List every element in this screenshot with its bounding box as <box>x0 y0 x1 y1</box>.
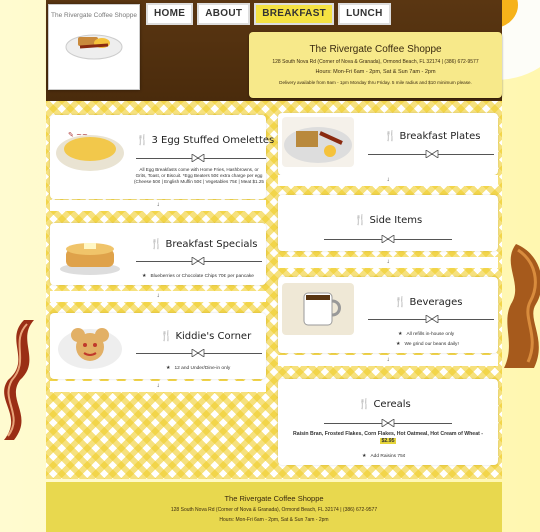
logo-text: The Rivergate Coffee Shoppe <box>51 12 137 19</box>
bow-ornament-icon <box>381 419 395 427</box>
omelettes-title-text: 3 Egg Stuffed Omelettes <box>151 135 275 146</box>
kiddie-title-text: Kiddie's Corner <box>175 331 252 342</box>
omelettes-description: All Egg Breakfasts come with Home Fries,… <box>134 167 264 185</box>
french-toast-image <box>504 244 540 368</box>
plates-arrow[interactable]: ↓ <box>278 175 498 186</box>
star-icon: ★ <box>396 341 401 347</box>
star-icon: ★ <box>166 365 171 371</box>
omelette-photo: ✎ ~~ <box>54 121 126 173</box>
info-address: 128 South Nova Rd (Corner of Nova & Gran… <box>272 59 479 65</box>
beverages-title: 🍴 Beverages <box>394 297 463 308</box>
info-hours: Hours: Mon-Fri 6am - 2pm, Sat & Sun 7am … <box>315 69 436 75</box>
fork-knife-icon: 🍴 <box>160 331 173 342</box>
nav-about[interactable]: ABOUT <box>197 3 251 25</box>
bow-ornament-icon <box>191 154 205 162</box>
cereals-note-text: Add Raisins 75¢ <box>370 454 406 459</box>
kiddie-title: 🍴 Kiddie's Corner <box>160 331 251 342</box>
down-arrow-icon: ↓ <box>386 357 390 363</box>
info-title: The Rivergate Coffee Shoppe <box>309 44 442 55</box>
fork-knife-icon: 🍴 <box>394 297 407 308</box>
svg-text:✎ ~~: ✎ ~~ <box>68 131 88 139</box>
fork-knife-icon: 🍴 <box>150 239 163 250</box>
coffee-photo <box>282 283 354 335</box>
omelettes-card: ✎ ~~ 🍴 3 Egg Stuffed Omelettes All Egg Br… <box>50 115 274 199</box>
kiddie-arrow[interactable]: ↓ <box>50 381 266 392</box>
specials-arrow[interactable]: ↓ <box>50 291 266 302</box>
kiddie-note-text: 12 and Under/Dine-in only <box>174 366 231 371</box>
site-footer: The Rivergate Coffee Shoppe 128 South No… <box>46 482 502 532</box>
logo[interactable]: The Rivergate Coffee Shoppe <box>48 4 140 90</box>
beverages-card: 🍴 Beverages ★ All refills in-house only ★ W… <box>278 277 498 353</box>
specials-note-text: Blueberries or Chocolate Chips 70¢ per p… <box>150 274 254 279</box>
fork-knife-icon: 🍴 <box>358 399 371 410</box>
specials-title-text: Breakfast Specials <box>165 239 258 250</box>
beverages-arrow[interactable]: ↓ <box>278 355 498 366</box>
fork-knife-icon: 🍴 <box>384 131 397 142</box>
bow-ornament-icon <box>191 257 205 265</box>
cereals-title: 🍴 Cereals <box>358 399 411 410</box>
down-arrow-icon: ↓ <box>156 293 160 299</box>
footer-hours: Hours: Mon-Fri 6am - 2pm, Sat & Sun 7am … <box>219 517 329 523</box>
down-arrow-icon: ↓ <box>156 202 160 208</box>
omelettes-arrow[interactable]: ↓ <box>50 200 266 211</box>
star-icon: ★ <box>142 273 147 279</box>
sides-title-text: Side Items <box>369 215 423 226</box>
pancakes-photo <box>54 229 126 277</box>
plates-title-text: Breakfast Plates <box>399 131 481 142</box>
footer-address: 128 South Nova Rd (Corner of Nova & Gran… <box>170 507 378 513</box>
bow-ornament-icon <box>381 235 395 243</box>
bacon-image <box>4 320 34 440</box>
down-arrow-icon: ↓ <box>156 383 160 389</box>
kiddie-photo <box>54 319 126 373</box>
fork-knife-icon: 🍴 <box>354 215 367 226</box>
nav-lunch[interactable]: LUNCH <box>338 3 391 25</box>
sides-card: 🍴 Side Items <box>278 195 498 251</box>
plates-photo <box>282 117 354 167</box>
plates-card: 🍴 Breakfast Plates <box>278 113 498 175</box>
menu-content: ✎ ~~ 🍴 3 Egg Stuffed Omelettes All Egg Br… <box>46 101 502 479</box>
sides-arrow[interactable]: ↓ <box>278 257 498 268</box>
info-delivery: Delivery available from 9am - 1pm Monday… <box>279 80 472 85</box>
logo-plate-image <box>65 34 123 60</box>
specials-title: 🍴 Breakfast Specials <box>150 239 257 250</box>
beverages-note-2-text: We grind our beans daily! <box>404 342 459 347</box>
star-icon: ★ <box>398 331 403 337</box>
nav-home[interactable]: HOME <box>146 3 194 25</box>
main-nav: HOME ABOUT BREAKFAST LUNCH <box>146 3 391 25</box>
nav-breakfast[interactable]: BREAKFAST <box>254 3 335 25</box>
down-arrow-icon: ↓ <box>386 177 390 183</box>
beverages-note-1-text: All refills in-house only <box>406 332 455 337</box>
beverages-note-2: ★ We grind our beans daily! <box>396 341 459 347</box>
cereals-title-text: Cereals <box>373 399 411 410</box>
plates-title: 🍴 Breakfast Plates <box>384 131 480 142</box>
fork-knife-icon: 🍴 <box>136 135 149 146</box>
specials-card: 🍴 Breakfast Specials ★ Blueberries or Choc… <box>50 223 266 285</box>
bow-ornament-icon <box>191 349 205 357</box>
cereals-card: 🍴 Cereals Raisin Bran, Frosted Flakes, Co… <box>278 379 498 465</box>
footer-title: The Rivergate Coffee Shoppe <box>224 494 324 503</box>
site-header: The Rivergate Coffee Shoppe HOME ABOUT B… <box>46 0 502 101</box>
omelettes-title: 🍴 3 Egg Stuffed Omelettes <box>136 135 274 146</box>
cereals-description: Raisin Bran, Frosted Flakes, Corn Flakes… <box>284 431 492 445</box>
cereals-price: $2.95 <box>379 438 397 445</box>
down-arrow-icon: ↓ <box>386 259 390 265</box>
star-icon: ★ <box>362 453 367 459</box>
sides-title: 🍴 Side Items <box>354 215 422 226</box>
specials-note: ★ Blueberries or Chocolate Chips 70¢ per … <box>142 273 254 279</box>
kiddie-note: ★ 12 and Under/Dine-in only <box>166 365 230 371</box>
cereals-note: ★ Add Raisins 75¢ <box>362 453 405 459</box>
cereals-description-text: Raisin Bran, Frosted Flakes, Corn Flakes… <box>293 431 483 437</box>
info-box: The Rivergate Coffee Shoppe 128 South No… <box>249 32 502 98</box>
beverages-note-1: ★ All refills in-house only <box>398 331 454 337</box>
kiddie-card: 🍴 Kiddie's Corner ★ 12 and Under/Dine-in o… <box>50 313 266 379</box>
beverages-title-text: Beverages <box>409 297 463 308</box>
bow-ornament-icon <box>425 150 439 158</box>
bow-ornament-icon <box>425 315 439 323</box>
